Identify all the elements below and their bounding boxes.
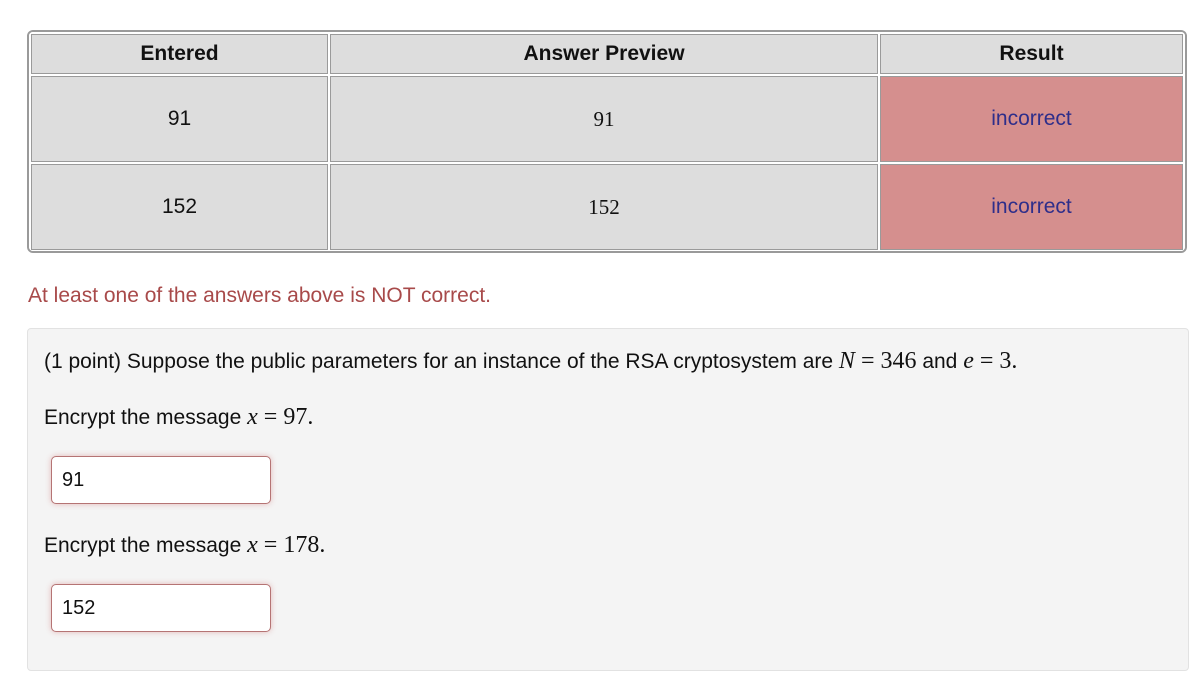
- answer-input-2[interactable]: [51, 584, 271, 632]
- math-n-equation: N = 346: [838, 348, 917, 374]
- table-row: 91 91 incorrect: [31, 76, 1183, 162]
- result-cell-incorrect: incorrect: [880, 76, 1183, 162]
- entered-cell: 152: [31, 164, 328, 250]
- answer-preview-cell: 91: [330, 76, 878, 162]
- problem-panel: (1 point) Suppose the public parameters …: [27, 328, 1189, 671]
- math-e-equation: e = 3.: [963, 348, 1018, 374]
- problem-intro-text: (1 point) Suppose the public parameters …: [44, 350, 839, 373]
- question-2-prompt: Encrypt the message x = 178.: [44, 532, 326, 558]
- table-row: 152 152 incorrect: [31, 164, 1183, 250]
- results-table-container: Entered Answer Preview Result 91 91 inco…: [27, 30, 1187, 253]
- question-1-prompt: Encrypt the message x = 97.: [44, 404, 314, 430]
- problem-statement: (1 point) Suppose the public parameters …: [44, 348, 1018, 374]
- entered-cell: 91: [31, 76, 328, 162]
- results-table: Entered Answer Preview Result 91 91 inco…: [29, 32, 1185, 251]
- result-cell-incorrect: incorrect: [880, 164, 1183, 250]
- status-message: At least one of the answers above is NOT…: [28, 284, 491, 307]
- header-answer-preview: Answer Preview: [330, 34, 878, 74]
- header-entered: Entered: [31, 34, 328, 74]
- math-x-equation: x = 97.: [247, 404, 314, 430]
- header-result: Result: [880, 34, 1183, 74]
- math-x-equation: x = 178.: [247, 532, 326, 558]
- answer-preview-cell: 152: [330, 164, 878, 250]
- results-header-row: Entered Answer Preview Result: [31, 34, 1183, 74]
- answer-input-1[interactable]: [51, 456, 271, 504]
